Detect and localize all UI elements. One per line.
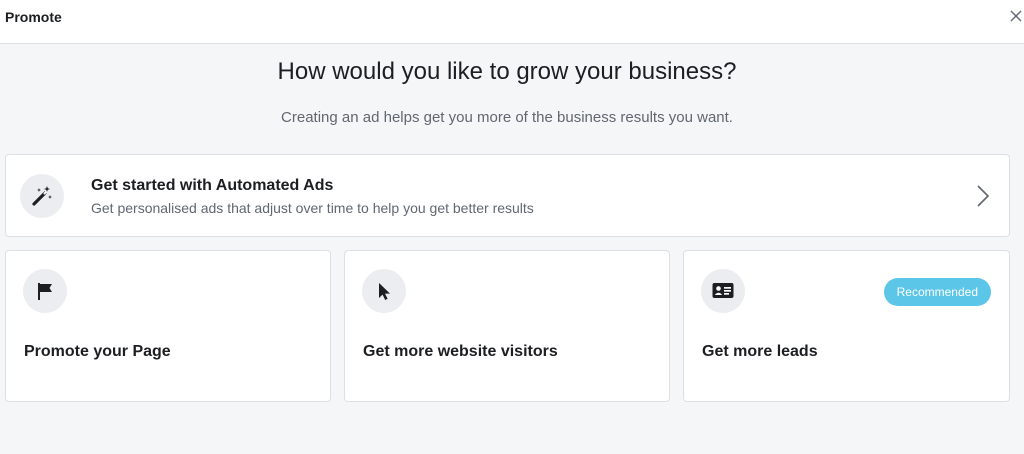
flag-icon <box>38 283 52 300</box>
page-subheading: Creating an ad helps get you more of the… <box>281 109 733 126</box>
page-heading: How would you like to grow your business… <box>277 58 737 85</box>
close-icon <box>1010 10 1022 22</box>
website-visitors-icon-circle <box>362 269 406 313</box>
website-visitors-title: Get more website visitors <box>363 343 558 360</box>
automated-ads-card[interactable]: Get started with Automated Ads Get perso… <box>5 154 1010 237</box>
promote-page-icon-circle <box>23 269 67 313</box>
automated-ads-title: Get started with Automated Ads <box>91 177 334 194</box>
magic-wand-icon <box>32 186 52 206</box>
promote-page-title: Promote your Page <box>24 343 171 360</box>
close-button[interactable] <box>1006 6 1024 26</box>
recommended-badge: Recommended <box>883 278 991 306</box>
cursor-icon <box>379 283 390 300</box>
leads-icon-circle <box>701 269 745 313</box>
automated-ads-icon-circle <box>20 174 64 218</box>
promote-dialog: Promote How would you like to grow your … <box>0 0 1024 454</box>
leads-card[interactable]: Recommended Get more leads <box>683 250 1010 402</box>
leads-title: Get more leads <box>702 343 818 360</box>
automated-ads-description: Get personalised ads that adjust over ti… <box>91 200 534 216</box>
dialog-title: Promote <box>5 9 62 25</box>
promote-page-card[interactable]: Promote your Page <box>5 250 331 402</box>
chevron-right-icon <box>977 185 990 207</box>
dialog-header: Promote <box>0 0 1024 44</box>
website-visitors-card[interactable]: Get more website visitors <box>344 250 670 402</box>
contact-card-icon <box>712 283 734 298</box>
